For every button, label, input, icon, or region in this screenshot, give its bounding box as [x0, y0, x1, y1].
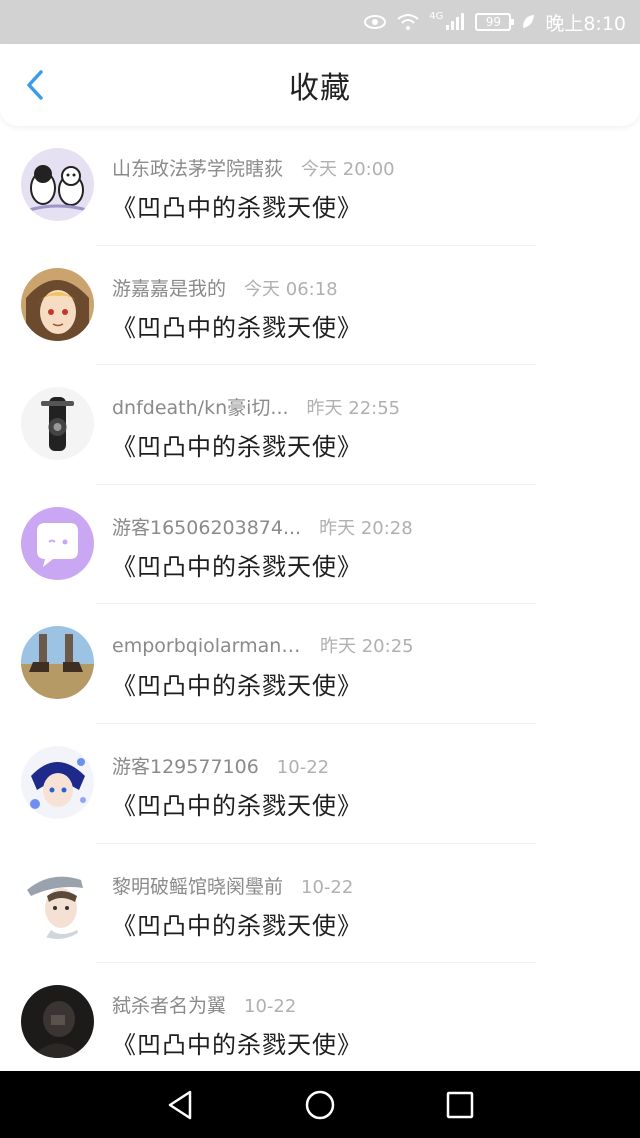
timestamp: 10-22 [244, 996, 297, 1018]
list-item[interactable]: 弑杀者名为翼 10-22 《凹凸中的杀戮天使》 [0, 963, 640, 1083]
avatar[interactable] [21, 865, 94, 939]
timestamp: 今天 20:00 [301, 159, 395, 180]
list-item[interactable]: emporbqiolarmannit 昨天 20:25 《凹凸中的杀戮天使》 [0, 604, 640, 724]
user-name[interactable]: 游客16506203874... [112, 513, 301, 540]
user-name[interactable]: 山东政法茅学院瞎荻 [112, 154, 283, 181]
list-item[interactable]: 游嘉嘉是我的 今天 06:18 《凹凸中的杀戮天使》 [0, 246, 640, 366]
avatar[interactable] [21, 267, 94, 341]
list-item[interactable]: 山东政法茅学院瞎荻 今天 20:00 《凹凸中的杀戮天使》 [0, 126, 640, 246]
timestamp: 10-22 [276, 756, 330, 778]
avatar[interactable] [21, 985, 94, 1059]
avatar[interactable] [21, 148, 94, 221]
status-bar: 4G 99 晚上8:10 [0, 0, 640, 44]
favorite-title[interactable]: 《凹凸中的杀戮天使》 [112, 786, 362, 821]
avatar[interactable] [21, 506, 94, 580]
user-name[interactable]: 黎明破鳐馆晓阕璺前 [112, 872, 283, 899]
list-item[interactable]: dnfdeath/kn豪i切... 昨天 22:55 《凹凸中的杀戮天使》 [0, 365, 640, 485]
timestamp: 昨天 20:28 [319, 517, 413, 539]
user-name[interactable]: 游嘉嘉是我的 [112, 274, 226, 301]
favorites-list: 山东政法茅学院瞎荻 今天 20:00 《凹凸中的杀戮天使》 游嘉嘉是我的 今天 … [0, 126, 640, 1083]
avatar[interactable] [21, 745, 94, 819]
list-item[interactable]: 黎明破鳐馆晓阕璺前 10-22 《凹凸中的杀戮天使》 [0, 844, 640, 964]
favorite-title[interactable]: 《凹凸中的杀戮天使》 [112, 1025, 362, 1060]
favorite-title[interactable]: 《凹凸中的杀戮天使》 [112, 188, 362, 223]
timestamp: 今天 06:18 [244, 278, 338, 300]
eye-icon [363, 14, 387, 30]
timestamp: 10-22 [301, 876, 354, 898]
nav-recents-button[interactable] [440, 1085, 480, 1125]
network-type: 4G [429, 10, 444, 22]
leaf-icon [521, 14, 535, 30]
timestamp: 昨天 22:55 [306, 398, 401, 420]
battery-icon: 99 [475, 13, 515, 31]
user-name[interactable]: emporbqiolarmannit [112, 635, 302, 657]
user-name[interactable]: 弑杀者名为翼 [112, 991, 226, 1018]
recents-square-icon [446, 1091, 474, 1118]
nav-back-button[interactable] [160, 1085, 200, 1125]
favorite-title[interactable]: 《凹凸中的杀戮天使》 [112, 308, 362, 343]
favorite-title[interactable]: 《凹凸中的杀戮天使》 [112, 906, 362, 941]
back-button[interactable] [20, 70, 50, 100]
favorite-title[interactable]: 《凹凸中的杀戮天使》 [112, 666, 362, 701]
back-triangle-icon [168, 1090, 192, 1119]
user-name[interactable]: dnfdeath/kn豪i切... [112, 393, 289, 420]
favorite-title[interactable]: 《凹凸中的杀戮天使》 [112, 547, 362, 582]
favorite-title[interactable]: 《凹凸中的杀戮天使》 [112, 427, 362, 462]
navigation-bar [0, 1071, 640, 1138]
avatar[interactable] [21, 387, 94, 461]
wifi-icon [397, 13, 419, 31]
page-title: 收藏 [289, 71, 351, 106]
timestamp: 昨天 20:25 [320, 636, 414, 658]
list-item[interactable]: 游客129577106 10-22 《凹凸中的杀戮天使》 [0, 724, 640, 844]
status-time: 晚上8:10 [545, 12, 626, 35]
chevron-left-icon [27, 70, 43, 100]
list-item[interactable]: 游客16506203874... 昨天 20:28 《凹凸中的杀戮天使》 [0, 485, 640, 605]
signal-icon [445, 13, 465, 31]
nav-home-button[interactable] [300, 1085, 340, 1125]
user-name[interactable]: 游客129577106 [112, 752, 259, 779]
header: 收藏 [0, 44, 640, 126]
avatar[interactable] [21, 626, 94, 700]
home-circle-icon [305, 1090, 335, 1119]
